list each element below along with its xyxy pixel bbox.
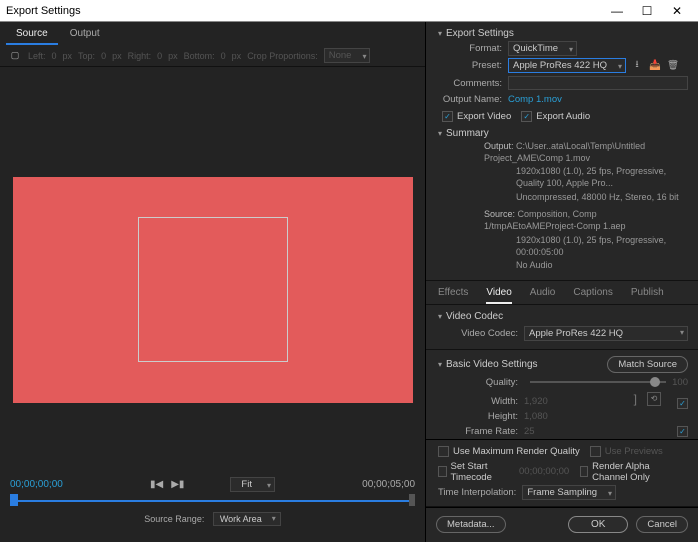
- crop-right-label: Right:: [128, 51, 152, 61]
- width-value[interactable]: 1,920: [524, 396, 548, 407]
- preset-select[interactable]: Apple ProRes 422 HQ: [508, 58, 626, 73]
- set-start-timecode-checkbox[interactable]: Set Start Timecode: [438, 461, 509, 483]
- crop-toolbar: ▢ Left:0 px Top:0 px Right:0 px Bottom:0…: [0, 45, 425, 67]
- timecode-end: 00;00;05;00: [362, 479, 415, 490]
- basic-video-heading[interactable]: Basic Video Settings: [438, 359, 607, 370]
- quality-slider[interactable]: [530, 377, 666, 387]
- quality-value: 100: [672, 377, 688, 388]
- use-previews-checkbox: Use Previews: [590, 446, 663, 457]
- left-panel: Source Output ▢ Left:0 px Top:0 px Right…: [0, 22, 426, 542]
- maximize-button[interactable]: ☐: [632, 4, 662, 18]
- step-fwd-icon[interactable]: ▶▮: [171, 479, 184, 490]
- export-settings-heading[interactable]: Export Settings: [438, 28, 688, 39]
- source-range-select[interactable]: Work Area: [213, 512, 281, 526]
- playhead-icon[interactable]: [10, 494, 18, 506]
- window-title: Export Settings: [6, 5, 81, 17]
- max-render-quality-checkbox[interactable]: Use Maximum Render Quality: [438, 446, 580, 457]
- delete-preset-icon[interactable]: 🗑: [666, 58, 680, 72]
- import-preset-icon[interactable]: 📥: [648, 58, 662, 72]
- close-button[interactable]: ✕: [662, 4, 692, 18]
- height-value[interactable]: 1,080: [524, 411, 548, 422]
- framerate-value[interactable]: 25: [524, 426, 535, 437]
- subtab-effects[interactable]: Effects: [438, 287, 468, 304]
- step-back-icon[interactable]: ▮◀: [150, 479, 163, 490]
- titlebar: Export Settings — ☐ ✕: [0, 0, 698, 22]
- summary-source-audio: No Audio: [516, 260, 688, 272]
- video-codec-heading[interactable]: Video Codec: [438, 311, 688, 322]
- framerate-label: Frame Rate:: [438, 426, 524, 437]
- time-interpolation-label: Time Interpolation:: [438, 487, 516, 498]
- tab-output[interactable]: Output: [60, 24, 110, 45]
- framerate-match-checkbox[interactable]: [677, 426, 688, 437]
- time-interpolation-select[interactable]: Frame Sampling: [522, 485, 616, 500]
- crop-top-label: Top:: [78, 51, 95, 61]
- crop-bottom-label: Bottom:: [184, 51, 215, 61]
- summary-heading[interactable]: Summary: [438, 128, 688, 139]
- metadata-button[interactable]: Metadata...: [436, 516, 506, 533]
- subtab-video[interactable]: Video: [486, 287, 511, 304]
- link-dimensions-toggle[interactable]: ⟲: [647, 392, 661, 406]
- width-label: Width:: [438, 396, 524, 407]
- output-name-label: Output Name:: [438, 94, 508, 105]
- preview-area: [0, 67, 425, 473]
- safe-margin-box: [138, 217, 288, 362]
- render-alpha-only-checkbox[interactable]: Render Alpha Channel Only: [580, 461, 678, 483]
- source-range-label: Source Range:: [144, 514, 204, 524]
- crop-icon[interactable]: ▢: [8, 49, 22, 63]
- link-dimensions-icon: ]: [634, 392, 637, 406]
- export-video-checkbox[interactable]: Export Video: [442, 111, 511, 122]
- cancel-button[interactable]: Cancel: [636, 516, 688, 533]
- video-codec-label: Video Codec:: [438, 328, 524, 339]
- comments-label: Comments:: [438, 78, 508, 89]
- output-name-link[interactable]: Comp 1.mov: [508, 94, 562, 105]
- zoom-fit-select[interactable]: Fit: [230, 477, 275, 492]
- start-timecode-value: 00;00;00;00: [519, 466, 569, 477]
- subtab-captions[interactable]: Captions: [573, 287, 612, 304]
- crop-proportions-select[interactable]: None: [324, 48, 371, 63]
- format-label: Format:: [438, 43, 508, 54]
- format-select[interactable]: QuickTime: [508, 41, 577, 56]
- quality-label: Quality:: [438, 377, 524, 388]
- preset-label: Preset:: [438, 60, 508, 71]
- dimensions-match-checkbox[interactable]: [677, 398, 688, 409]
- match-source-button[interactable]: Match Source: [607, 356, 688, 373]
- ok-button[interactable]: OK: [568, 516, 628, 533]
- comments-input[interactable]: [508, 76, 688, 90]
- export-audio-checkbox[interactable]: Export Audio: [521, 111, 590, 122]
- minimize-button[interactable]: —: [602, 4, 632, 18]
- height-label: Height:: [438, 411, 524, 422]
- timecode-start[interactable]: 00;00;00;00: [10, 479, 63, 490]
- video-codec-select[interactable]: Apple ProRes 422 HQ: [524, 326, 688, 341]
- crop-left-label: Left:: [28, 51, 46, 61]
- summary-output-audio: Uncompressed, 48000 Hz, Stereo, 16 bit: [516, 192, 688, 204]
- crop-proportions-label: Crop Proportions:: [247, 51, 318, 61]
- summary-output-video: 1920x1080 (1.0), 25 fps, Progressive, Qu…: [516, 166, 688, 189]
- save-preset-icon[interactable]: ⭳: [630, 58, 644, 72]
- preview-canvas: [13, 177, 413, 403]
- subtab-publish[interactable]: Publish: [631, 287, 664, 304]
- summary-source-video: 1920x1080 (1.0), 25 fps, Progressive, 00…: [516, 235, 688, 258]
- tab-source[interactable]: Source: [6, 24, 58, 45]
- subtab-audio[interactable]: Audio: [530, 287, 556, 304]
- timeline-slider[interactable]: [10, 494, 415, 506]
- right-panel: Export Settings Format: QuickTime Preset…: [426, 22, 698, 542]
